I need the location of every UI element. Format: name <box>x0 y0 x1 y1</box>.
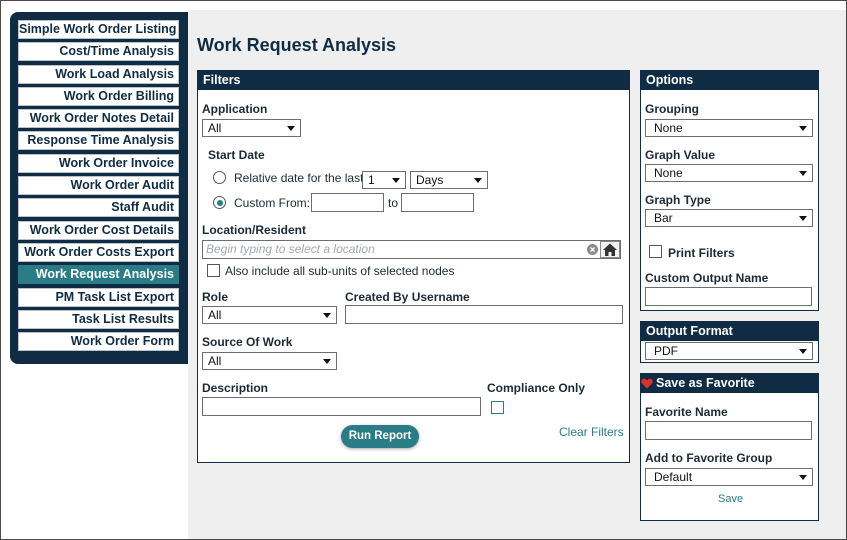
custom-to-input[interactable] <box>401 193 474 212</box>
source-of-work-select[interactable]: All <box>202 352 337 370</box>
custom-output-label: Custom Output Name <box>645 271 769 285</box>
heart-icon <box>641 378 653 389</box>
compliance-only-checkbox[interactable] <box>491 401 504 414</box>
created-by-input[interactable] <box>345 305 623 324</box>
output-format-header: Output Format <box>641 322 818 341</box>
favorite-header: Save as Favorite <box>641 374 818 393</box>
sidebar-item-response-time-analysis[interactable]: Response Time Analysis <box>18 131 179 151</box>
custom-from-input[interactable] <box>311 193 384 212</box>
compliance-only-label: Compliance Only <box>487 381 586 395</box>
role-select[interactable]: All <box>202 306 337 324</box>
graph-type-select[interactable]: Bar <box>645 209 813 227</box>
home-icon[interactable] <box>600 241 620 258</box>
output-format-select[interactable]: PDF <box>645 342 813 360</box>
favorite-group-label: Add to Favorite Group <box>645 451 773 465</box>
filters-header: Filters <box>198 71 629 90</box>
location-placeholder: Begin typing to select a location <box>206 242 375 256</box>
print-filters-label: Print Filters <box>668 246 735 260</box>
description-label: Description <box>202 381 269 395</box>
favorite-group-value: Default <box>654 470 693 484</box>
chevron-down-icon <box>799 126 807 131</box>
application-select[interactable]: All <box>202 119 301 137</box>
relative-count-select[interactable]: 1 <box>362 171 406 189</box>
custom-output-input[interactable] <box>645 287 812 306</box>
grouping-value: None <box>654 121 683 135</box>
chevron-down-icon <box>323 359 331 364</box>
relative-date-label: Relative date for the last <box>234 171 364 185</box>
location-input[interactable]: Begin typing to select a location <box>202 240 621 259</box>
location-label: Location/Resident <box>202 223 307 237</box>
include-subunits-label: Also include all sub-units of selected n… <box>225 264 455 278</box>
sidebar-item-work-order-form[interactable]: Work Order Form <box>18 332 179 352</box>
output-format-value: PDF <box>654 344 678 358</box>
sidebar-item-work-request-analysis[interactable]: Work Request Analysis <box>18 265 179 285</box>
save-favorite-link[interactable]: Save <box>718 493 743 505</box>
chevron-down-icon <box>799 475 807 480</box>
application-label: Application <box>202 102 268 116</box>
relative-unit-value: Days <box>416 173 444 187</box>
sidebar-item-work-order-billing[interactable]: Work Order Billing <box>18 86 179 106</box>
role-value: All <box>208 308 222 322</box>
include-subunits-checkbox[interactable] <box>207 264 220 277</box>
graph-type-value: Bar <box>654 211 673 225</box>
favorite-name-input[interactable] <box>645 421 812 440</box>
to-label: to <box>388 196 399 210</box>
graph-value-select[interactable]: None <box>645 164 813 182</box>
favorite-name-label: Favorite Name <box>645 405 728 419</box>
source-of-work-label: Source Of Work <box>202 335 293 349</box>
created-by-label: Created By Username <box>345 290 470 304</box>
grouping-select[interactable]: None <box>645 119 813 137</box>
relative-count-value: 1 <box>368 173 375 187</box>
relative-date-radio[interactable] <box>213 171 226 184</box>
chevron-down-icon <box>799 171 807 176</box>
chevron-down-icon <box>323 313 331 318</box>
graph-value-label: Graph Value <box>645 148 716 162</box>
sidebar-item-pm-task-list-export[interactable]: PM Task List Export <box>18 287 179 307</box>
sidebar-item-work-load-analysis[interactable]: Work Load Analysis <box>18 64 179 84</box>
role-label: Role <box>202 290 229 304</box>
options-header: Options <box>641 71 818 90</box>
relative-unit-select[interactable]: Days <box>410 171 488 189</box>
description-input[interactable] <box>202 397 481 416</box>
sidebar-item-task-list-results[interactable]: Task List Results <box>18 309 179 329</box>
report-sidebar: Simple Work Order Listing Cost/Time Anal… <box>10 12 188 364</box>
chevron-down-icon <box>287 126 295 131</box>
sidebar-item-work-order-costs-export[interactable]: Work Order Costs Export <box>18 242 179 262</box>
sidebar-item-work-order-invoice[interactable]: Work Order Invoice <box>18 153 179 173</box>
sidebar-item-work-order-cost-details[interactable]: Work Order Cost Details <box>18 220 179 240</box>
chevron-down-icon <box>392 178 400 183</box>
sidebar-item-cost-time-analysis[interactable]: Cost/Time Analysis <box>18 42 179 62</box>
favorite-group-select[interactable]: Default <box>645 468 813 486</box>
start-date-label: Start Date <box>208 148 265 162</box>
graph-type-label: Graph Type <box>645 193 711 207</box>
run-report-button[interactable]: Run Report <box>341 425 419 448</box>
sidebar-item-simple-work-order-listing[interactable]: Simple Work Order Listing <box>18 20 179 39</box>
grouping-label: Grouping <box>645 102 699 116</box>
chevron-down-icon <box>799 349 807 354</box>
clear-icon[interactable] <box>587 244 598 255</box>
graph-value-value: None <box>654 166 683 180</box>
custom-date-radio[interactable] <box>213 196 226 209</box>
application-value: All <box>208 121 222 135</box>
sidebar-item-work-order-audit[interactable]: Work Order Audit <box>18 176 179 196</box>
custom-from-label: Custom From: <box>234 196 311 210</box>
sidebar-item-work-order-notes-detail[interactable]: Work Order Notes Detail <box>18 109 179 129</box>
clear-filters-link[interactable]: Clear Filters <box>559 425 624 439</box>
sidebar-item-staff-audit[interactable]: Staff Audit <box>18 198 179 218</box>
chevron-down-icon <box>474 178 482 183</box>
print-filters-checkbox[interactable] <box>649 245 662 258</box>
chevron-down-icon <box>799 216 807 221</box>
page-title: Work Request Analysis <box>197 35 397 55</box>
source-of-work-value: All <box>208 354 222 368</box>
